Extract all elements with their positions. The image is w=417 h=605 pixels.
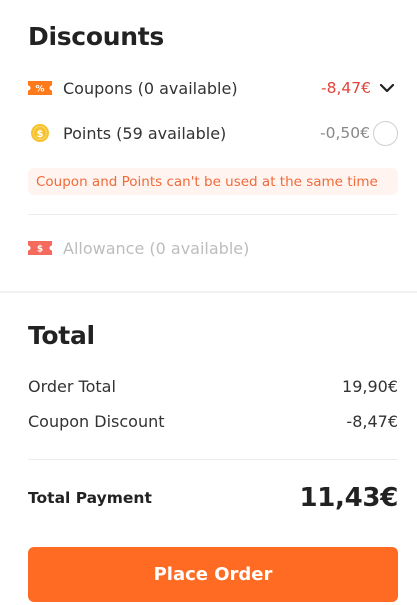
- points-amount: -0,50€: [320, 124, 370, 142]
- discounts-section: Discounts % Coupons (0 available) -8,47€: [0, 0, 417, 291]
- coupons-row[interactable]: % Coupons (0 available) -8,47€: [28, 75, 398, 101]
- total-payment-row: Total Payment 11,43€: [28, 478, 398, 518]
- coupon-discount-row: Coupon Discount -8,47€: [28, 409, 398, 433]
- total-payment-value: 11,43€: [299, 483, 398, 513]
- order-total-value: 19,90€: [342, 376, 398, 396]
- total-title: Total: [28, 321, 95, 350]
- svg-text:$: $: [37, 245, 43, 255]
- coupons-label: Coupons (0 available): [63, 78, 238, 98]
- coupon-discount-label: Coupon Discount: [28, 411, 165, 431]
- points-radio[interactable]: [373, 120, 398, 146]
- points-row[interactable]: $ Points (59 available) -0,50€: [28, 120, 398, 146]
- place-order-label: Place Order: [153, 564, 273, 585]
- svg-text:%: %: [35, 85, 44, 95]
- place-order-button[interactable]: Place Order: [28, 547, 398, 602]
- discounts-title: Discounts: [28, 22, 164, 51]
- order-total-label: Order Total: [28, 376, 116, 396]
- coupon-ticket-icon: %: [28, 79, 52, 97]
- chevron-down-icon[interactable]: [376, 79, 398, 97]
- discount-warning-text: Coupon and Points can't be used at the s…: [36, 173, 378, 190]
- allowance-label: Allowance (0 available): [63, 238, 250, 258]
- allowance-row: $ Allowance (0 available): [28, 235, 398, 261]
- discount-warning-banner: Coupon and Points can't be used at the s…: [28, 168, 398, 195]
- order-total-row: Order Total 19,90€: [28, 374, 398, 398]
- coin-icon: $: [28, 124, 52, 142]
- total-payment-label: Total Payment: [28, 489, 152, 507]
- svg-text:$: $: [37, 129, 44, 140]
- coupons-amount: -8,47€: [321, 79, 371, 97]
- allowance-ticket-icon: $: [28, 239, 52, 257]
- points-label: Points (59 available): [63, 123, 227, 143]
- coupon-discount-value: -8,47€: [346, 411, 398, 431]
- divider: [28, 459, 398, 460]
- divider: [28, 214, 398, 215]
